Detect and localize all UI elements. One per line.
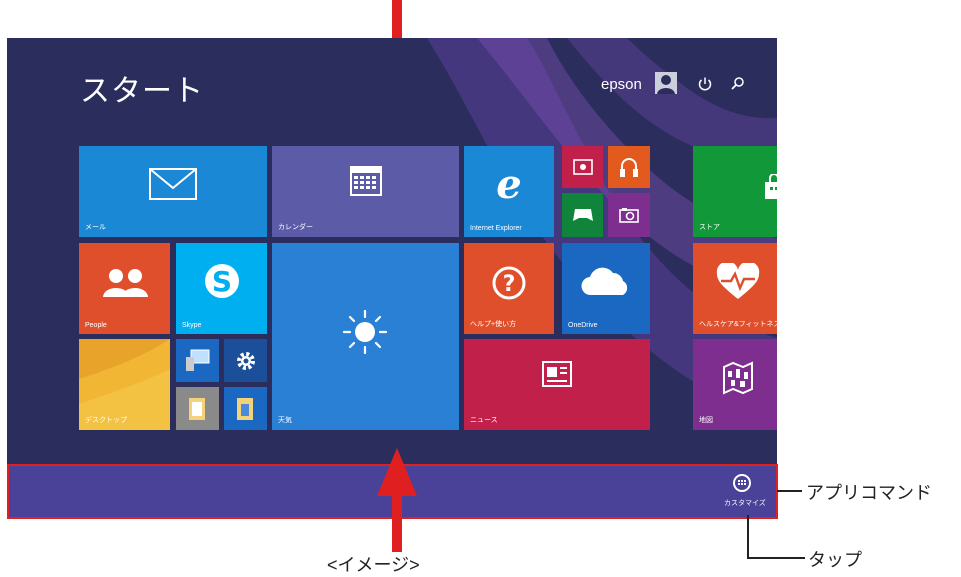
start-screen: スタート epson メール カレンダー e Internet Explorer… (7, 38, 777, 466)
customize-label: カスタマイズ (724, 500, 766, 507)
tile-label: Internet Explorer (470, 225, 522, 232)
tile-video[interactable] (562, 146, 603, 188)
svg-text:S: S (212, 265, 232, 298)
svg-text:?: ? (503, 272, 516, 297)
tile-calendar[interactable]: カレンダー (272, 146, 459, 237)
tile-label: ニュース (470, 417, 498, 424)
appbar-callout-line (777, 490, 802, 492)
tile-skype[interactable]: S Skype (176, 243, 267, 334)
user-avatar-icon[interactable] (655, 72, 677, 94)
gear-icon (237, 352, 255, 370)
tile-label: デスクトップ (85, 417, 127, 424)
tile-label: 天気 (278, 417, 292, 424)
tile-label: People (85, 322, 107, 329)
cloud-icon (581, 267, 628, 296)
headphones-icon (620, 158, 638, 177)
power-icon[interactable] (696, 75, 714, 93)
start-title: スタート (80, 75, 204, 108)
user-name[interactable]: epson (601, 76, 642, 93)
tile-label: Skype (182, 322, 202, 329)
tap-callout-label: タップ (808, 550, 862, 570)
people-icon (103, 269, 148, 297)
customize-icon (733, 474, 751, 492)
image-caption: <イメージ> (327, 555, 420, 575)
ie-icon: e (496, 164, 521, 204)
tile-label: ヘルプ+使い方 (470, 321, 517, 328)
folder-icon (189, 398, 205, 420)
tile-games[interactable] (562, 193, 603, 237)
tile-people[interactable]: People (79, 243, 170, 334)
tile-desktop[interactable]: デスクトップ (79, 339, 170, 430)
tile-pc[interactable] (176, 339, 219, 382)
tap-callout-line-vertical (747, 515, 749, 559)
search-icon[interactable] (729, 75, 747, 93)
store-bag-icon (765, 174, 777, 199)
tap-callout-line-horizontal (747, 557, 805, 559)
video-icon (573, 159, 593, 175)
tile-maps[interactable]: 地図 (693, 339, 777, 430)
customize-button[interactable]: カスタマイズ (724, 474, 766, 512)
tile-label: メール (85, 224, 106, 231)
camera-icon (619, 208, 639, 223)
map-icon (723, 361, 753, 395)
sun-icon (342, 309, 388, 355)
calendar-icon (350, 166, 382, 196)
tile-help[interactable]: ? ヘルプ+使い方 (464, 243, 554, 334)
tile-music[interactable] (608, 146, 650, 188)
tile-health[interactable]: ヘルスケア&フィットネス (693, 243, 777, 334)
tile-label: 地図 (699, 417, 713, 424)
mail-icon (149, 168, 197, 200)
computer-icon (186, 349, 210, 371)
tile-weather[interactable]: 天気 (272, 243, 459, 430)
gamepad-icon (573, 209, 593, 221)
tile-label: ストア (699, 224, 720, 231)
tile-onedrive[interactable]: OneDrive (562, 243, 650, 334)
tile-news[interactable]: ニュース (464, 339, 650, 430)
tile-store[interactable]: ストア (693, 146, 777, 237)
tile-explorer[interactable] (224, 387, 267, 430)
tile-documents[interactable] (176, 387, 219, 430)
tile-camera[interactable] (608, 193, 650, 237)
help-icon: ? (492, 266, 526, 300)
tile-mail[interactable]: メール (79, 146, 267, 237)
tile-label: ヘルスケア&フィットネス (699, 321, 777, 328)
appbar-callout-label: アプリコマンド (806, 483, 932, 503)
tile-settings[interactable] (224, 339, 267, 382)
svg-text:e: e (496, 164, 521, 204)
news-icon (542, 361, 572, 387)
tile-label: カレンダー (278, 224, 313, 231)
skype-icon: S (205, 264, 239, 298)
file-explorer-icon (237, 398, 253, 420)
tile-label: OneDrive (568, 322, 598, 329)
heart-pulse-icon (716, 263, 760, 299)
tile-ie[interactable]: e Internet Explorer (464, 146, 554, 237)
swipe-up-arrow (377, 448, 417, 552)
